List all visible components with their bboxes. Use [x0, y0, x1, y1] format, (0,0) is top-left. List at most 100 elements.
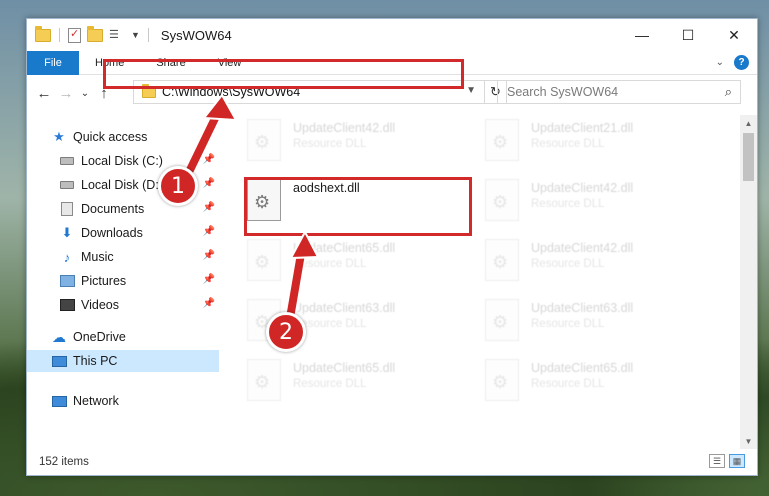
vertical-scrollbar[interactable]: ▲ ▼: [740, 115, 757, 449]
videos-icon: [59, 299, 75, 311]
disk-icon: [60, 181, 74, 189]
dll-file-icon: [247, 179, 281, 221]
file-type: Resource DLL: [293, 138, 367, 150]
search-placeholder: Search SysWOW64: [507, 85, 619, 99]
search-input[interactable]: Search SysWOW64 ⌕: [497, 80, 741, 104]
item-count: 152 items: [39, 456, 89, 468]
chevron-down-icon[interactable]: ▼: [466, 85, 476, 96]
file-name: UpdateClient42.dll: [531, 241, 634, 255]
sidebar-item-label: This PC: [73, 354, 118, 368]
dll-file-icon: [247, 119, 281, 161]
sidebar-item-this-pc[interactable]: This PC: [27, 350, 219, 372]
cloud-icon: ☁: [52, 328, 66, 345]
sidebar-item-videos[interactable]: Videos 📌: [27, 294, 219, 316]
expand-ribbon-icon[interactable]: ⌄: [716, 57, 724, 68]
chevron-down-icon[interactable]: ▼: [131, 30, 140, 40]
file-name: UpdateClient21.dll: [531, 121, 634, 135]
pin-icon[interactable]: 📌: [203, 202, 215, 213]
list-item[interactable]: UpdateClient65.dll Resource DLL: [227, 239, 447, 289]
folder-icon: [35, 25, 51, 42]
ribbon-right-controls: ⌄ ?: [716, 55, 749, 70]
pictures-icon: [59, 275, 75, 287]
file-type: Resource DLL: [531, 198, 605, 210]
sidebar-item-downloads[interactable]: ⬇ Downloads 📌: [27, 222, 219, 244]
scrollbar-thumb[interactable]: [743, 133, 754, 181]
file-name: UpdateClient63.dll: [293, 301, 396, 315]
view-toggle: ☰ ▦: [709, 454, 745, 468]
sidebar-item-label: Music: [81, 250, 114, 264]
list-item[interactable]: UpdateClient42.dll Resource DLL: [465, 239, 685, 289]
details-view-icon[interactable]: ☰: [709, 454, 725, 468]
sidebar-item-local-disk-d[interactable]: Local Disk (D:) 📌: [27, 174, 219, 196]
divider: [59, 28, 60, 42]
sidebar-item-pictures[interactable]: Pictures 📌: [27, 270, 219, 292]
file-type: Resource DLL: [531, 318, 605, 330]
pin-icon[interactable]: 📌: [203, 178, 215, 189]
pin-icon[interactable]: 📌: [203, 274, 215, 285]
file-type: Resource DLL: [293, 258, 367, 270]
list-item[interactable]: UpdateClient63.dll Resource DLL: [465, 299, 685, 349]
sidebar-item-network[interactable]: Network: [27, 390, 219, 412]
disk-icon: [60, 157, 74, 165]
customize-view-icon[interactable]: ☰: [109, 28, 125, 42]
ribbon-tabs: File Home Share View ⌄ ?: [27, 50, 757, 75]
tab-file[interactable]: File: [27, 50, 79, 75]
address-path[interactable]: C:\Windows\SysWOW64: [162, 85, 300, 99]
new-folder-icon[interactable]: [87, 25, 103, 42]
maximize-button[interactable]: ☐: [665, 19, 711, 51]
tab-home[interactable]: Home: [79, 51, 140, 75]
dll-file-icon: [247, 359, 281, 401]
sidebar-item-music[interactable]: ♪ Music 📌: [27, 246, 219, 268]
file-type: Resource DLL: [531, 378, 605, 390]
sidebar-item-label: Documents: [81, 202, 145, 216]
address-bar[interactable]: C:\Windows\SysWOW64 ▼: [133, 80, 485, 104]
sidebar-item-local-disk-c[interactable]: Local Disk (C:) 📌: [27, 150, 219, 172]
minimize-button[interactable]: —: [619, 19, 665, 51]
list-item-aodshext[interactable]: aodshext.dll: [247, 179, 467, 229]
sidebar-item-label: Pictures: [81, 274, 127, 288]
folder-icon: [142, 83, 156, 98]
pin-icon[interactable]: 📌: [203, 226, 215, 237]
dll-file-icon: [485, 179, 519, 221]
tab-view[interactable]: View: [202, 51, 258, 75]
scroll-down-icon[interactable]: ▼: [740, 433, 757, 449]
tab-share[interactable]: Share: [140, 51, 201, 75]
sidebar-item-documents[interactable]: Documents 📌: [27, 198, 219, 220]
help-icon[interactable]: ?: [734, 55, 749, 70]
recent-locations-button[interactable]: ⌄: [77, 88, 93, 99]
star-icon: ★: [53, 129, 65, 144]
pin-icon[interactable]: 📌: [203, 250, 215, 261]
dll-file-icon: [247, 299, 281, 341]
sidebar-item-quick-access[interactable]: ★ Quick access: [27, 126, 219, 148]
divider: [147, 28, 149, 42]
forward-button[interactable]: →: [55, 85, 77, 102]
file-name: UpdateClient42.dll: [293, 121, 396, 135]
sidebar-item-label: Videos: [81, 298, 119, 312]
file-explorer-window: ☰ ▼ SysWOW64 — ☐ ✕ File Home Share View …: [26, 18, 758, 476]
status-bar: 152 items ☰ ▦: [27, 449, 757, 475]
list-item[interactable]: UpdateClient42.dll Resource DLL: [465, 179, 685, 229]
tiles-view-icon[interactable]: ▦: [729, 454, 745, 468]
quick-access-toolbar: ☰ ▼: [27, 25, 151, 43]
back-button[interactable]: ←: [33, 85, 55, 102]
window-title: SysWOW64: [160, 27, 232, 43]
sidebar-item-label: Local Disk (D:): [81, 178, 163, 192]
navigation-pane: ★ Quick access Local Disk (C:) 📌 Local D…: [27, 115, 219, 445]
list-item[interactable]: UpdateClient21.dll Resource DLL: [465, 119, 685, 169]
pin-icon[interactable]: 📌: [203, 298, 215, 309]
list-item[interactable]: UpdateClient63.dll Resource DLL: [227, 299, 447, 349]
sidebar-item-label: Downloads: [81, 226, 143, 240]
up-button[interactable]: ↑: [93, 85, 115, 102]
file-type: Resource DLL: [531, 258, 605, 270]
sidebar-item-onedrive[interactable]: ☁ OneDrive: [27, 326, 219, 348]
dll-file-icon: [485, 239, 519, 281]
scroll-up-icon[interactable]: ▲: [740, 115, 757, 131]
list-item[interactable]: UpdateClient65.dll Resource DLL: [465, 359, 685, 409]
list-item[interactable]: UpdateClient65.dll Resource DLL: [227, 359, 447, 409]
search-icon[interactable]: ⌕: [725, 84, 732, 100]
properties-icon[interactable]: [68, 27, 81, 43]
close-button[interactable]: ✕: [711, 19, 757, 51]
pc-icon: [51, 355, 67, 367]
list-item[interactable]: UpdateClient42.dll Resource DLL: [227, 119, 447, 169]
pin-icon[interactable]: 📌: [203, 154, 215, 165]
